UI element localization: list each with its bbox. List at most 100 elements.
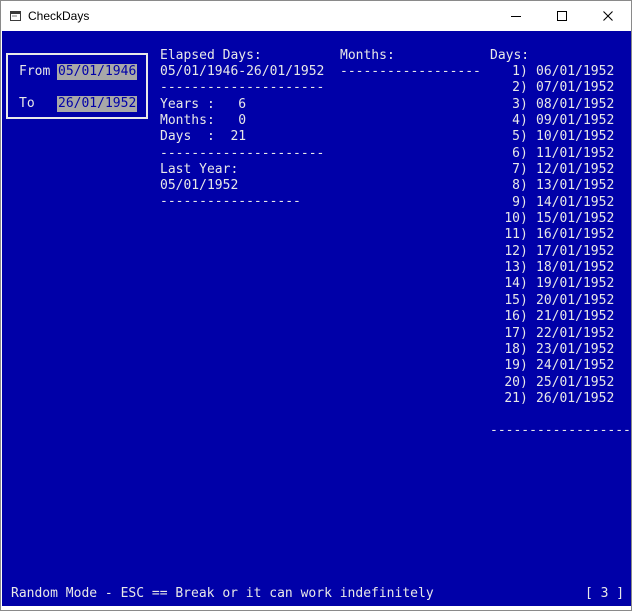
day-number: 2 — [512, 80, 520, 96]
day-number-paren: ) — [520, 145, 528, 161]
day-number-paren: ) — [520, 194, 528, 210]
from-label: From — [19, 64, 51, 79]
day-number: 9 — [512, 194, 520, 210]
day-list-item: 15) 20/01/1952 — [496, 293, 614, 309]
day-date: 12/01/1952 — [536, 162, 615, 178]
day-date: 11/01/1952 — [536, 145, 615, 161]
to-label: To — [19, 96, 35, 111]
day-list-item: 16) 21/01/1952 — [496, 309, 614, 325]
day-list-item: 3) 08/01/1952 — [496, 97, 614, 113]
day-number: 10 — [504, 211, 520, 227]
last-year-heading: Last Year: — [160, 162, 239, 177]
years-value: Years : 6 — [160, 97, 247, 112]
day-date: 24/01/1952 — [536, 358, 615, 374]
day-list-item: 4) 09/01/1952 — [496, 113, 614, 129]
minimize-icon — [511, 16, 521, 17]
minimize-button[interactable] — [493, 1, 539, 31]
status-counter: [ 3 ] — [585, 586, 625, 601]
day-number-paren: ) — [520, 292, 528, 308]
separator-line: --------------------- — [160, 146, 325, 161]
day-number-paren: ) — [520, 309, 528, 325]
day-date: 21/01/1952 — [536, 309, 615, 325]
months-column-heading: Months: — [340, 48, 395, 63]
day-list-item: 9) 14/01/1952 — [496, 195, 614, 211]
day-number: 12 — [504, 243, 520, 259]
day-list-item: 19) 24/01/1952 — [496, 358, 614, 374]
day-number-paren: ) — [520, 260, 528, 276]
status-message: Random Mode - ESC == Break or it can wor… — [11, 586, 434, 601]
day-list-item: 17) 22/01/1952 — [496, 326, 614, 342]
day-number-paren: ) — [520, 227, 528, 243]
day-date: 20/01/1952 — [536, 292, 615, 308]
day-number-paren: ) — [520, 64, 528, 79]
day-date: 25/01/1952 — [536, 374, 615, 390]
day-number: 19 — [504, 358, 520, 374]
last-year-value: 05/01/1952 — [160, 178, 239, 193]
to-date-field[interactable]: 26/01/1952 — [57, 96, 138, 112]
day-number: 5 — [512, 129, 520, 145]
elapsed-days-heading: Elapsed Days: — [160, 48, 262, 63]
day-date: 16/01/1952 — [536, 227, 615, 243]
day-number-paren: ) — [520, 243, 528, 259]
day-list-item: 1) 06/01/1952 — [496, 64, 614, 80]
day-number: 3 — [512, 96, 520, 112]
day-number-paren: ) — [520, 178, 528, 194]
day-date: 19/01/1952 — [536, 276, 615, 292]
day-number: 6 — [512, 145, 520, 161]
day-number-paren: ) — [520, 325, 528, 341]
day-date: 18/01/1952 — [536, 260, 615, 276]
day-list-item: 13) 18/01/1952 — [496, 260, 614, 276]
day-number: 4 — [512, 113, 520, 129]
day-number-paren: ) — [520, 96, 528, 112]
close-icon — [603, 11, 613, 21]
day-date: 22/01/1952 — [536, 325, 615, 341]
day-date: 26/01/1952 — [536, 390, 615, 406]
day-date: 14/01/1952 — [536, 194, 615, 210]
day-number: 14 — [504, 276, 520, 292]
console-area[interactable]: From 05/01/1946 To 26/01/1952 Elapsed Da… — [2, 31, 631, 606]
day-number-paren: ) — [520, 276, 528, 292]
day-date: 08/01/1952 — [536, 96, 615, 112]
days-value: Days : 21 — [160, 129, 247, 144]
day-date: 06/01/1952 — [536, 64, 615, 79]
day-number-paren: ) — [520, 80, 528, 96]
day-number-paren: ) — [520, 113, 528, 129]
separator-line: --------------------- — [160, 80, 325, 95]
maximize-button[interactable] — [539, 1, 585, 31]
day-number-paren: ) — [520, 374, 528, 390]
day-list-item: 14) 19/01/1952 — [496, 276, 614, 292]
title-bar[interactable]: CheckDays — [1, 1, 631, 31]
day-number: 11 — [504, 227, 520, 243]
day-date: 17/01/1952 — [536, 243, 615, 259]
day-list-item: 12) 17/01/1952 — [496, 244, 614, 260]
day-date: 23/01/1952 — [536, 341, 615, 357]
day-list-item: 7) 12/01/1952 — [496, 162, 614, 178]
day-number-paren: ) — [520, 162, 528, 178]
day-list-item: 5) 10/01/1952 — [496, 129, 614, 145]
day-number-paren: ) — [520, 211, 528, 227]
separator-line: ------------------ — [340, 64, 481, 79]
separator-line: ------------------ — [490, 423, 631, 438]
day-number-paren: ) — [520, 358, 528, 374]
day-list-item: 11) 16/01/1952 — [496, 227, 614, 243]
days-list: 1) 06/01/1952 2) 07/01/1952 3) 08/01/1952 4) 09… — [496, 64, 614, 407]
close-button[interactable] — [585, 1, 631, 31]
day-list-item: 6) 11/01/1952 — [496, 146, 614, 162]
day-number: 8 — [512, 178, 520, 194]
day-number: 15 — [504, 292, 520, 308]
day-list-item: 20) 25/01/1952 — [496, 375, 614, 391]
day-date: 07/01/1952 — [536, 80, 615, 96]
day-number-paren: ) — [520, 341, 528, 357]
day-date: 15/01/1952 — [536, 211, 615, 227]
day-number-paren: ) — [520, 129, 528, 145]
separator-line: ------------------ — [160, 194, 301, 209]
day-number: 18 — [504, 341, 520, 357]
day-list-item: 2) 07/01/1952 — [496, 80, 614, 96]
day-date: 13/01/1952 — [536, 178, 615, 194]
day-number: 1 — [512, 64, 520, 79]
day-number: 7 — [512, 162, 520, 178]
day-list-item: 8) 13/01/1952 — [496, 178, 614, 194]
day-number: 16 — [504, 309, 520, 325]
from-date-field[interactable]: 05/01/1946 — [57, 64, 138, 80]
console-app-icon — [10, 11, 21, 21]
